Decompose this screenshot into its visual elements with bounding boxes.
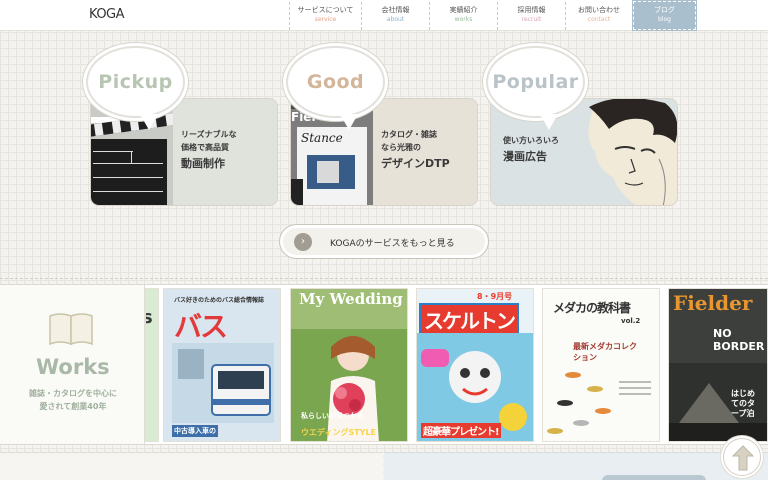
card-text: カタログ・雑誌 なら光雅の デザインDTP	[381, 128, 450, 171]
works-subtitle-line: 雑誌・カタログを中心に	[29, 389, 117, 398]
card-text: 使い方いろいろ 漫画広告	[503, 134, 559, 164]
magazine-cover-partial[interactable]: s	[145, 288, 159, 442]
card-heading: 動画制作	[181, 157, 225, 170]
works-title: Works	[36, 355, 110, 379]
nav-sublabel: service	[314, 16, 337, 23]
bus-photo	[172, 343, 274, 423]
magazine-subtitle: バス好きのためのバス総合情報誌	[174, 297, 265, 304]
scroll-to-top-button[interactable]	[723, 438, 761, 476]
open-book-icon	[49, 313, 93, 346]
card-line: カタログ・雑誌	[381, 130, 437, 139]
nav-sublabel: contact	[587, 16, 611, 23]
nav-item-blog[interactable]: ブログ blog	[632, 0, 697, 31]
magazine-note: 最新メダカコレクション	[573, 342, 637, 362]
card-line: リーズナブルな	[181, 130, 237, 139]
magazine-note: 中古導入車の	[172, 425, 218, 437]
card-line: 価格で高品質	[181, 143, 229, 152]
main-nav: サービスについて service 会社情報 about 実績紹介 works 採…	[289, 0, 697, 31]
nav-label: 実績紹介	[449, 6, 478, 14]
card-text: リーズナブルな 価格で高品質 動画制作	[181, 128, 237, 171]
nav-label: サービスについて	[297, 6, 354, 14]
magazine-note: ウエディングSTYLE	[301, 428, 377, 437]
magazine-subtitle: 私らしいが見つかる	[301, 412, 364, 420]
arrow-up-icon	[732, 445, 754, 471]
site-logo[interactable]: KOGA	[89, 7, 125, 22]
bottom-section-right	[384, 452, 768, 480]
chevron-right-icon: ›	[294, 233, 312, 251]
more-services-button[interactable]: › KOGAのサービスをもっと見る	[279, 224, 489, 259]
nav-sublabel: works	[454, 16, 473, 23]
more-services-label: KOGAのサービスをもっと見る	[330, 239, 455, 249]
section-divider	[0, 278, 768, 279]
bottom-section-left	[0, 452, 383, 480]
manga-illustration	[588, 99, 677, 205]
card-line: なら光雅の	[381, 143, 421, 152]
nav-sublabel: about	[386, 16, 405, 23]
nav-label: 会社情報	[381, 6, 410, 14]
nav-item-service[interactable]: サービスについて service	[289, 2, 361, 30]
magazine-note: はじめてのタープ泊	[731, 389, 755, 418]
fish-illustration	[547, 372, 651, 434]
bottom-button[interactable]	[602, 475, 706, 480]
bubble-popular: Popular	[486, 46, 585, 130]
works-subtitle-line: 愛されて創業40年	[39, 402, 107, 411]
nav-sublabel: recruit	[521, 16, 542, 23]
nav-item-works[interactable]: 実績紹介 works	[429, 2, 497, 30]
magazine-cover-bus[interactable]: バス好きのためのバス総合情報誌 バス 中古導入車の	[163, 288, 281, 442]
nav-label: ブログ	[654, 6, 675, 14]
magazine-subtitle: NO BORDER	[713, 327, 765, 353]
magazine-subtitle: 8・9月号	[477, 292, 513, 301]
magazine-title: My Wedding	[299, 290, 403, 308]
nav-label: 採用情報	[517, 6, 546, 14]
card-heading: デザインDTP	[381, 157, 450, 170]
magazine-subtitle: vol.2	[621, 317, 641, 325]
magazine-cover-medaka[interactable]: メダカの教科書 vol.2 最新メダカコレクション	[542, 288, 660, 442]
nav-item-about[interactable]: 会社情報 about	[361, 2, 429, 30]
magazine-note: 超豪華プレゼント!	[421, 423, 501, 438]
card-line: 使い方いろいろ	[503, 136, 559, 145]
svg-text:Stance: Stance	[301, 131, 343, 145]
card-heading: 漫画広告	[503, 150, 547, 163]
site-header: KOGA サービスについて service 会社情報 about 実績紹介 wo…	[0, 0, 768, 31]
magazine-cover-fielder[interactable]: Fielder NO BORDER はじめてのタープ泊	[668, 288, 768, 442]
nav-item-recruit[interactable]: 採用情報 recruit	[497, 2, 565, 30]
magazine-title: バス	[174, 310, 228, 343]
nav-sublabel: blog	[658, 16, 671, 23]
magazine-cover-wedding[interactable]: My Wedding 私らしいが見つかる ウエディングSTYLE	[290, 288, 408, 442]
bubble-pickup: Pickup	[86, 46, 185, 130]
works-link-panel[interactable]: Works 雑誌・カタログを中心に 愛されて創業40年	[0, 285, 145, 444]
bubble-good: Good	[286, 46, 385, 130]
magazine-title: Fielder	[673, 291, 753, 315]
nav-item-contact[interactable]: お問い合わせ contact	[565, 2, 633, 30]
magazine-title: スケルトン	[419, 303, 519, 336]
magazine-title: メダカの教科書	[553, 301, 631, 315]
works-subtitle: 雑誌・カタログを中心に 愛されて創業40年	[18, 387, 128, 413]
works-carousel: Works 雑誌・カタログを中心に 愛されて創業40年 s バス好きのためのバス…	[0, 284, 768, 445]
magazine-cover-puzzle[interactable]: 8・9月号 スケルトン 超豪華プレゼント!	[416, 288, 534, 442]
nav-label: お問い合わせ	[578, 6, 620, 14]
